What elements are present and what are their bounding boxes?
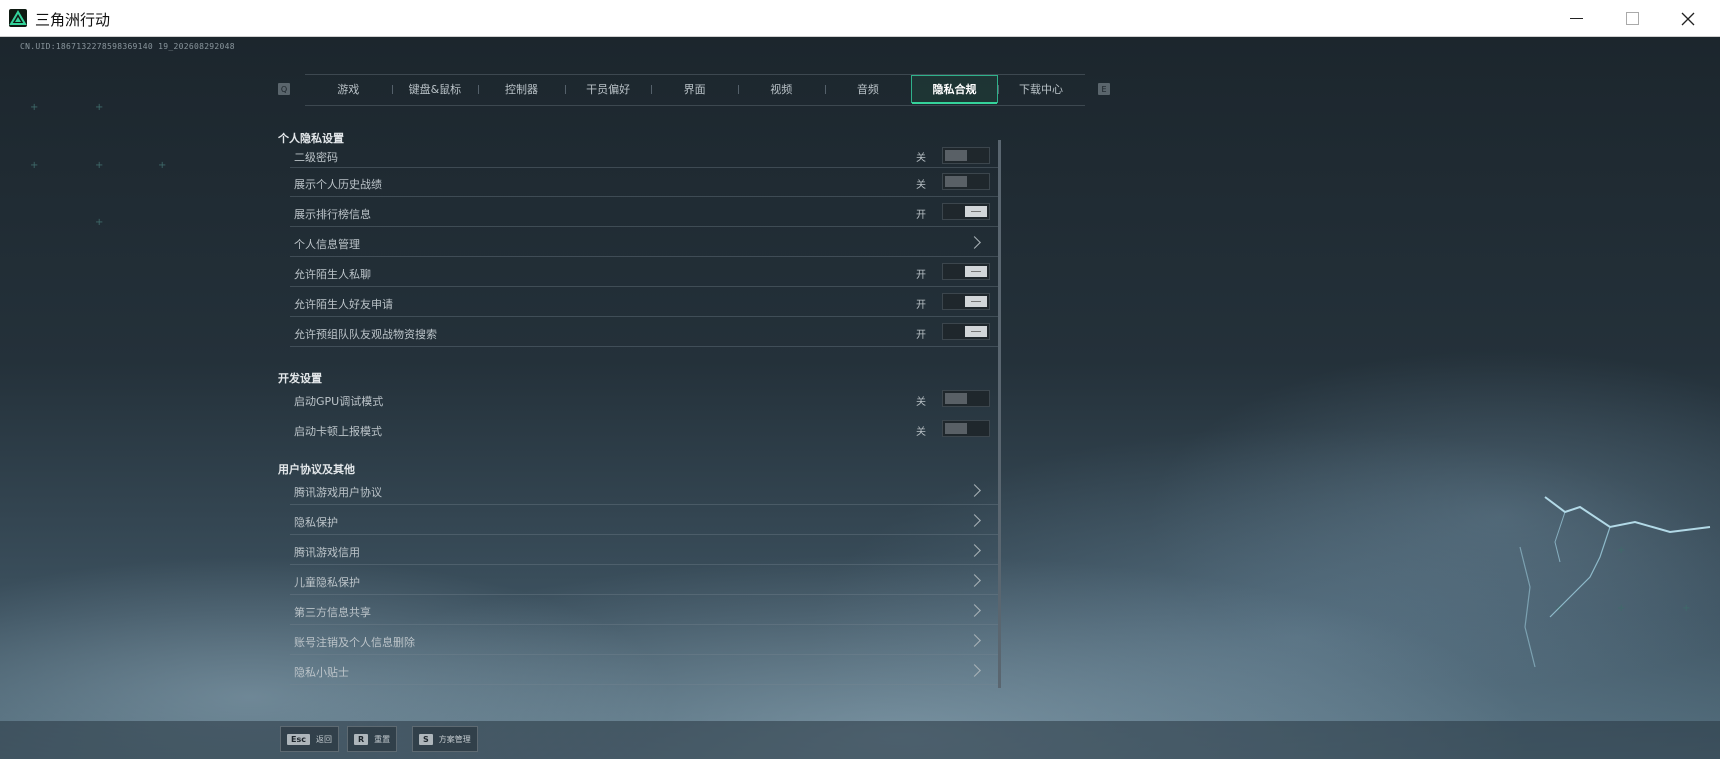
setting-row-lag-report[interactable]: 启动卡顿上报模式 关 <box>290 415 998 444</box>
back-label: 返回 <box>315 734 332 744</box>
chevron-right-icon <box>968 634 981 647</box>
toggle-stranger-chat[interactable] <box>942 263 990 280</box>
setting-row-personal-info-management[interactable]: 个人信息管理 <box>290 228 998 257</box>
tab-download-center[interactable]: 下载中心 <box>997 75 1085 103</box>
setting-label: 允许陌生人好友申请 <box>294 298 393 311</box>
decor-plus-icon: + <box>95 102 104 113</box>
setting-row-leaderboard[interactable]: 展示排行榜信息 开 <box>290 198 998 227</box>
setting-state: 开 <box>916 300 926 311</box>
setting-label: 儿童隐私保护 <box>294 576 360 589</box>
setting-label: 隐私小贴士 <box>294 666 349 679</box>
section-title-developer: 开发设置 <box>278 372 322 385</box>
decor-plus-icon: + <box>95 217 104 228</box>
section-title-personal-privacy: 个人隐私设置 <box>278 132 344 145</box>
setting-label: 允许预组队队友观战物资搜索 <box>294 328 437 341</box>
settings-scrollbar[interactable] <box>998 140 1001 688</box>
toggle-leaderboard[interactable] <box>942 203 990 220</box>
reset-label: 重置 <box>374 734 391 744</box>
setting-row-gpu-debug[interactable]: 启动GPU调试模式 关 <box>290 385 998 414</box>
setting-label: 隐私保护 <box>294 516 338 529</box>
link-row-privacy-tips[interactable]: 隐私小贴士 <box>290 656 998 685</box>
setting-state: 关 <box>916 427 926 438</box>
setting-state: 关 <box>916 153 926 164</box>
setting-label: 允许陌生人私聊 <box>294 268 371 281</box>
tab-game[interactable]: 游戏 <box>305 75 392 103</box>
setting-row-history-record[interactable]: 展示个人历史战绩 关 <box>290 168 998 197</box>
setting-state: 开 <box>916 210 926 221</box>
esc-key-icon: Esc <box>287 733 310 745</box>
r-key-icon: R <box>354 733 369 745</box>
setting-label: 第三方信息共享 <box>294 606 371 619</box>
setting-label: 腾讯游戏用户协议 <box>294 486 382 499</box>
minimize-icon[interactable] <box>1548 0 1604 37</box>
link-row-tencent-credit[interactable]: 腾讯游戏信用 <box>290 536 998 565</box>
toggle-gpu-debug[interactable] <box>942 390 990 407</box>
chevron-right-icon <box>968 484 981 497</box>
tab-next-key-hint[interactable]: E <box>1098 83 1110 95</box>
section-title-user-agreement: 用户协议及其他 <box>278 463 355 476</box>
decor-plus-icon: + <box>30 102 39 113</box>
link-row-account-deletion[interactable]: 账号注销及个人信息删除 <box>290 626 998 655</box>
decor-plus-icon: + <box>95 160 104 171</box>
tab-keyboard-mouse[interactable]: 键盘&鼠标 <box>391 75 479 103</box>
window-titlebar: 三角洲行动 <box>0 0 1720 37</box>
setting-row-secondary-password[interactable]: 二级密码 关 <box>290 146 998 168</box>
toggle-history-record[interactable] <box>942 173 990 190</box>
setting-row-stranger-friend-request[interactable]: 允许陌生人好友申请 开 <box>290 288 998 317</box>
setting-label: 展示排行榜信息 <box>294 208 371 221</box>
window-title: 三角洲行动 <box>35 11 111 29</box>
setting-label: 腾讯游戏信用 <box>294 546 360 559</box>
toggle-team-spectate-search[interactable] <box>942 323 990 340</box>
setting-label: 个人信息管理 <box>294 238 360 251</box>
lightning-decoration <box>1519 496 1711 668</box>
toggle-secondary-password[interactable] <box>942 147 990 164</box>
back-button[interactable]: Esc 返回 <box>280 726 339 752</box>
chevron-right-icon <box>968 236 981 249</box>
tab-interface[interactable]: 界面 <box>651 75 738 103</box>
bottom-hint-bar <box>0 721 1720 759</box>
game-viewport: CN.UID:1867132278598369140 19_2026082920… <box>0 37 1720 759</box>
close-icon[interactable] <box>1660 0 1716 37</box>
maximize-icon[interactable] <box>1604 0 1660 37</box>
setting-row-team-spectate-search[interactable]: 允许预组队队友观战物资搜索 开 <box>290 318 998 347</box>
app-logo-icon <box>9 9 27 27</box>
toggle-stranger-friend-request[interactable] <box>942 293 990 310</box>
setting-label: 展示个人历史战绩 <box>294 178 382 191</box>
settings-tabs: 游戏 键盘&鼠标 控制器 干员偏好 界面 视频 音频 隐私合规 下载中心 <box>305 74 1085 106</box>
setting-label: 启动卡顿上报模式 <box>294 425 382 438</box>
chevron-right-icon <box>968 514 981 527</box>
tab-video[interactable]: 视频 <box>737 75 825 103</box>
s-key-icon: S <box>419 733 433 745</box>
chevron-right-icon <box>968 544 981 557</box>
tab-operator-preference[interactable]: 干员偏好 <box>564 75 652 103</box>
chevron-right-icon <box>968 604 981 617</box>
link-row-privacy-protection[interactable]: 隐私保护 <box>290 506 998 535</box>
link-row-third-party-sharing[interactable]: 第三方信息共享 <box>290 596 998 625</box>
chevron-right-icon <box>968 664 981 677</box>
uid-label: CN.UID:1867132278598369140 19_2026082920… <box>20 42 235 51</box>
link-row-tencent-user-agreement[interactable]: 腾讯游戏用户协议 <box>290 476 998 505</box>
tab-prev-key-hint[interactable]: Q <box>278 83 290 95</box>
reset-button[interactable]: R 重置 <box>347 726 398 752</box>
link-row-child-privacy[interactable]: 儿童隐私保护 <box>290 566 998 595</box>
decor-plus-icon: + <box>30 160 39 171</box>
setting-label: 二级密码 <box>294 151 338 164</box>
setting-label: 账号注销及个人信息删除 <box>294 636 415 649</box>
scheme-management-label: 方案管理 <box>438 734 471 744</box>
tab-privacy-compliance[interactable]: 隐私合规 <box>911 75 998 104</box>
scheme-management-button[interactable]: S 方案管理 <box>412 726 478 752</box>
setting-row-stranger-chat[interactable]: 允许陌生人私聊 开 <box>290 258 998 287</box>
setting-state: 开 <box>916 270 926 281</box>
decor-plus-icon: + <box>158 160 167 171</box>
setting-state: 关 <box>916 397 926 408</box>
tab-audio[interactable]: 音频 <box>824 75 912 103</box>
setting-state: 关 <box>916 180 926 191</box>
chevron-right-icon <box>968 574 981 587</box>
toggle-lag-report[interactable] <box>942 420 990 437</box>
setting-state: 开 <box>916 330 926 341</box>
tab-controller[interactable]: 控制器 <box>478 75 565 103</box>
settings-panel: 个人隐私设置 二级密码 关 展示个人历史战绩 关 展示排行榜信息 开 个人信息管… <box>278 127 998 729</box>
setting-label: 启动GPU调试模式 <box>294 395 384 408</box>
